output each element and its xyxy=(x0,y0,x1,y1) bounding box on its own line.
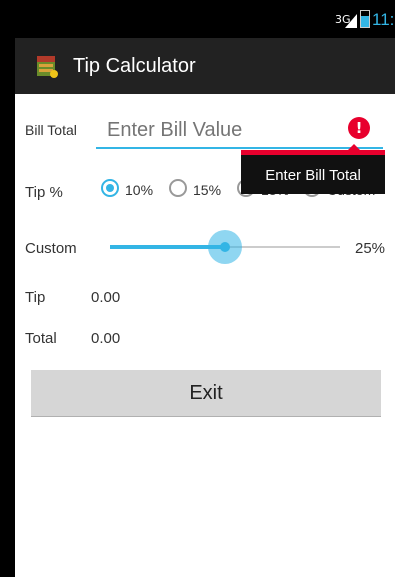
tip-option-label: 10% xyxy=(125,182,154,198)
custom-tip-slider[interactable] xyxy=(110,228,340,268)
custom-label: Custom xyxy=(25,240,77,257)
status-time: 11:39 xyxy=(372,10,395,29)
action-bar: Tip Calculator xyxy=(15,38,395,94)
tip-option-label: 15% xyxy=(193,182,222,198)
radio-circle xyxy=(101,179,119,197)
app-title: Tip Calculator xyxy=(73,55,196,77)
error-tooltip: Enter Bill Total xyxy=(241,144,385,194)
battery-icon xyxy=(360,10,370,28)
bill-total-label: Bill Total xyxy=(25,122,77,138)
exit-button[interactable]: Exit xyxy=(31,370,381,417)
tip-percent-label: Tip % xyxy=(25,184,63,201)
radio-circle xyxy=(169,179,187,197)
slider-thumb[interactable] xyxy=(208,230,242,264)
app-screen: 3G 11:39 Tip Calculator Bill Total ! Tip… xyxy=(15,0,395,577)
total-value: 0.00 xyxy=(91,330,121,347)
error-tooltip-text: Enter Bill Total xyxy=(265,167,361,184)
app-icon xyxy=(37,56,58,78)
error-icon: ! xyxy=(348,117,370,139)
tip-value: 0.00 xyxy=(91,289,121,306)
status-bar: 3G 11:39 xyxy=(15,0,395,38)
custom-percent-value: 25% xyxy=(355,240,386,257)
tooltip-notch xyxy=(348,144,360,150)
total-label: Total xyxy=(25,330,57,347)
signal-icon xyxy=(345,14,357,28)
bill-total-input[interactable] xyxy=(96,113,383,149)
tip-label: Tip xyxy=(25,289,46,306)
